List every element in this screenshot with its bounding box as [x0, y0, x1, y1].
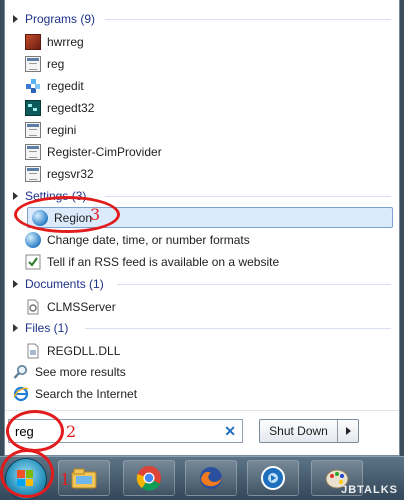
expand-triangle-icon: [13, 15, 18, 23]
result-regdll[interactable]: REGDLL.DLL: [25, 340, 120, 361]
result-label: reg: [47, 56, 65, 71]
internet-explorer-icon: [13, 386, 29, 402]
shutdown-button[interactable]: Shut Down: [260, 420, 338, 442]
group-header-files[interactable]: Files (1): [13, 320, 68, 336]
console-app-icon: [25, 143, 41, 160]
taskbar-firefox-button[interactable]: [185, 460, 237, 496]
annotation-number-3: 3: [90, 205, 101, 224]
group-header-documents[interactable]: Documents (1): [13, 276, 104, 292]
settings-file-icon: [25, 299, 41, 315]
annotation-circle-search: [6, 410, 64, 452]
result-rss-feed[interactable]: Tell if an RSS feed is available on a we…: [25, 251, 279, 272]
result-label: Tell if an RSS feed is available on a we…: [47, 254, 280, 269]
console-app-icon: [25, 121, 41, 138]
result-label: regedt32: [47, 100, 95, 115]
result-clmsserver[interactable]: CLMSServer: [25, 296, 116, 317]
registry-editor-icon: [25, 78, 41, 94]
search-internet-link[interactable]: Search the Internet: [13, 383, 137, 404]
shutdown-button-group: Shut Down: [259, 419, 359, 443]
result-regsvr32[interactable]: regsvr32: [25, 163, 94, 184]
regedt32-app-icon: [25, 99, 41, 116]
result-register-cimprovider[interactable]: Register-CimProvider: [25, 141, 162, 162]
checkmark-icon: [25, 254, 41, 270]
chevron-right-icon: [345, 427, 351, 435]
result-label: REGDLL.DLL: [47, 343, 121, 358]
chrome-icon: [136, 466, 161, 491]
annotation-circle-region: [14, 196, 120, 233]
see-more-label: See more results: [35, 364, 126, 379]
result-label: Register-CimProvider: [47, 144, 162, 159]
console-app-icon: [25, 165, 41, 182]
console-app-icon: [25, 55, 41, 72]
watermark: JBTALKS: [341, 484, 398, 496]
taskbar-chrome-button[interactable]: [123, 460, 175, 496]
result-label: CLMSServer: [47, 299, 116, 314]
divider: [85, 328, 391, 329]
taskbar-media-button[interactable]: [247, 460, 299, 496]
hwrreg-app-icon: [25, 33, 41, 50]
result-regini[interactable]: regini: [25, 119, 76, 140]
annotation-circle-start: [0, 449, 54, 498]
group-header-label: Documents (1): [25, 277, 104, 291]
expand-triangle-icon: [13, 280, 18, 288]
result-label: regsvr32: [47, 166, 94, 181]
dll-file-icon: [25, 343, 41, 359]
group-header-label: Programs (9): [25, 12, 96, 26]
result-regedt32[interactable]: regedt32: [25, 97, 94, 118]
divider: [105, 196, 391, 197]
search-icon: [13, 364, 29, 380]
group-header-programs[interactable]: Programs (9): [13, 11, 95, 27]
expand-triangle-icon: [13, 192, 18, 200]
see-more-results-link[interactable]: See more results: [13, 361, 126, 382]
divider: [117, 284, 391, 285]
control-panel-globe-icon: [25, 231, 41, 248]
clear-search-icon[interactable]: ✕: [224, 423, 236, 440]
result-reg[interactable]: reg: [25, 53, 64, 74]
result-regedit[interactable]: regedit: [25, 75, 84, 96]
result-label: hwrreg: [47, 34, 84, 49]
firefox-icon: [200, 467, 222, 489]
result-label: regini: [47, 122, 77, 137]
search-internet-label: Search the Internet: [35, 386, 138, 401]
folder-icon: [71, 468, 97, 489]
result-label: Change date, time, or number formats: [47, 232, 250, 247]
media-player-icon: [261, 466, 285, 490]
annotation-number-1: 1: [60, 470, 71, 489]
divider: [5, 410, 399, 411]
divider: [105, 19, 391, 20]
annotation-number-2: 2: [66, 422, 77, 441]
result-label: regedit: [47, 78, 84, 93]
result-hwrreg[interactable]: hwrreg: [25, 31, 84, 52]
group-header-label: Files (1): [25, 321, 69, 335]
expand-triangle-icon: [13, 324, 18, 332]
shutdown-options-arrow[interactable]: [338, 420, 358, 442]
